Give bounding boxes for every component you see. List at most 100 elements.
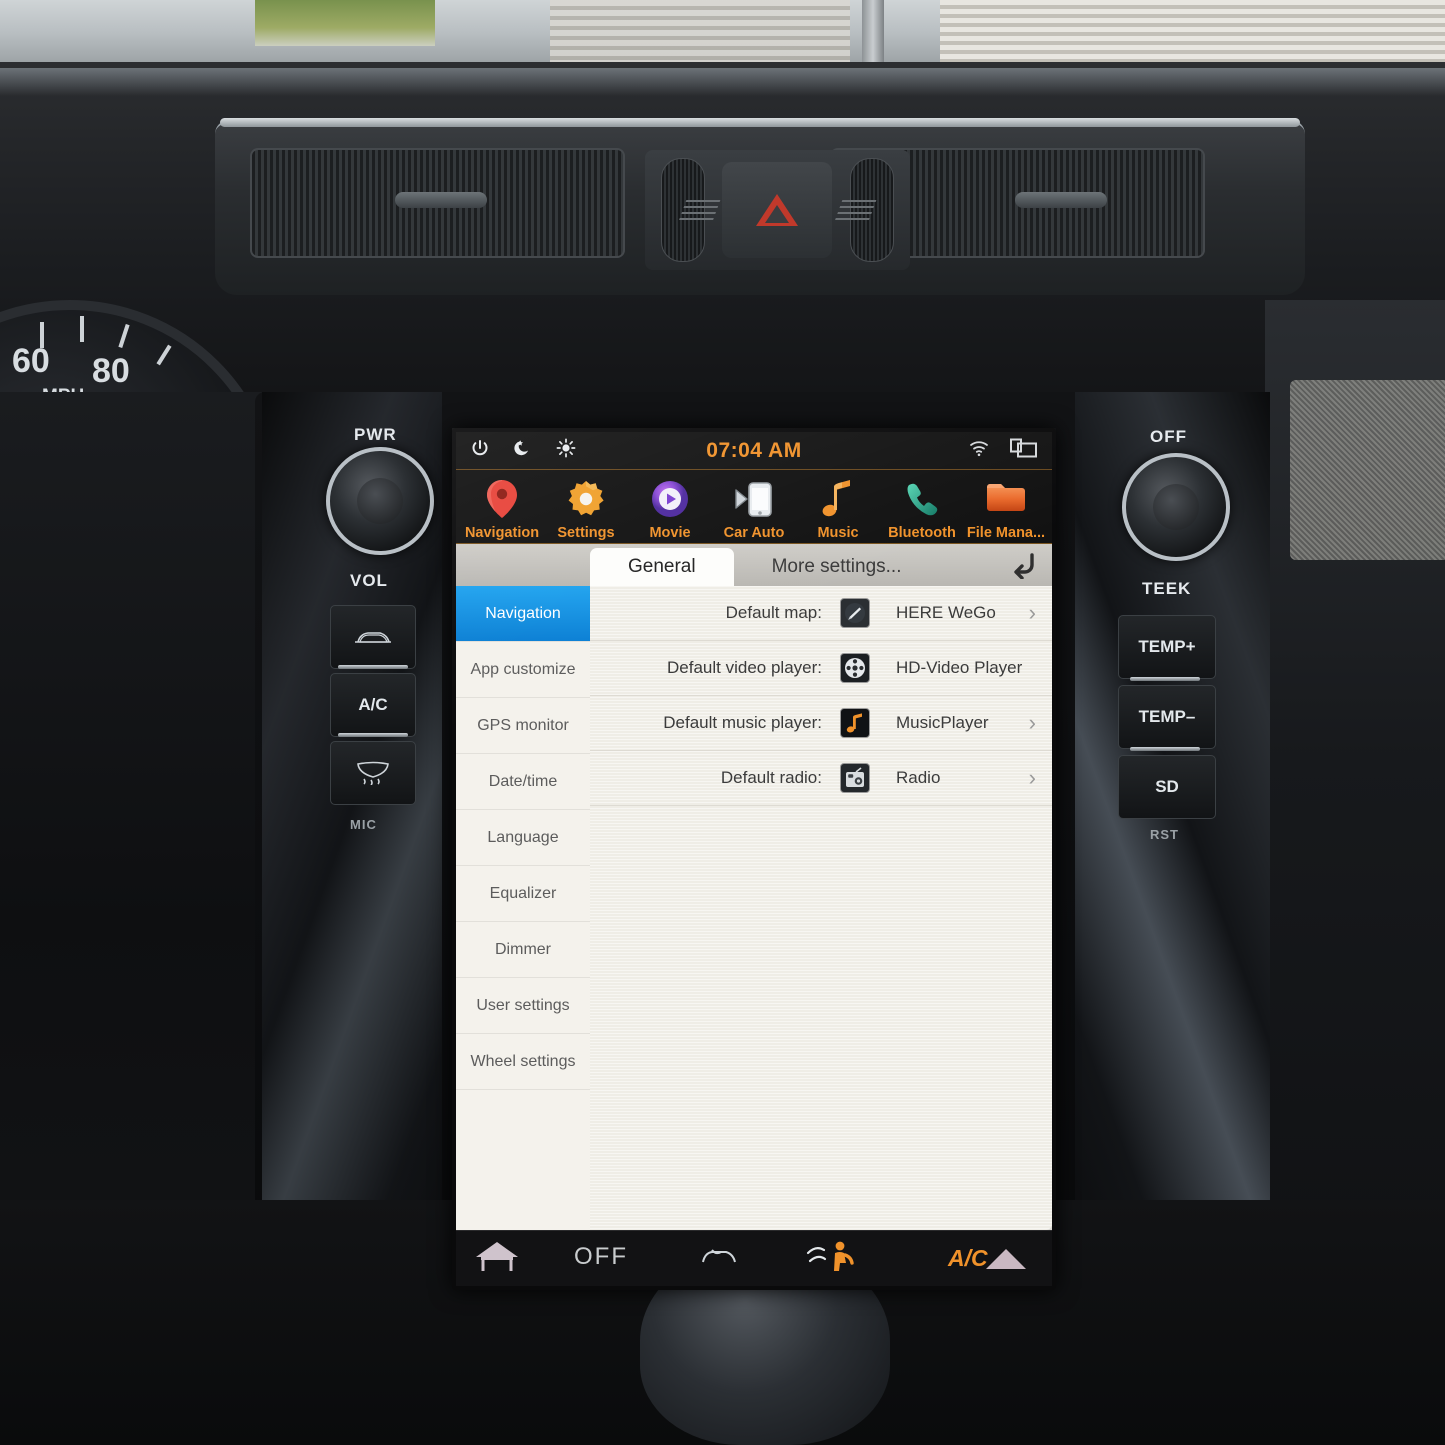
sidebar-item-app-customize-label: App customize: [470, 660, 576, 678]
vent-chrome-trim: [220, 118, 1300, 127]
chevron-right-icon-0: ›: [1028, 600, 1036, 625]
sidebar-item-app-customize[interactable]: App customize: [456, 642, 590, 698]
wifi-icon: [968, 439, 990, 462]
off-label: OFF: [1150, 427, 1187, 446]
setting-label-default-music-player: Default music player:: [663, 713, 822, 732]
mic-label: MIC: [350, 817, 377, 832]
settings-window: General More settings... Navigation App …: [456, 544, 1052, 1230]
hazard-light-button[interactable]: [677, 162, 877, 258]
button-divider-2: [338, 733, 408, 737]
climate-bottom-row: 30.5°C 7 30.5°C 10: [456, 1289, 1052, 1290]
tune-seek-knob[interactable]: [1122, 453, 1230, 561]
sidebar-item-user-settings-label: User settings: [476, 996, 570, 1014]
setting-row-default-music-player[interactable]: Default music player: MusicPlayer ›: [590, 696, 1052, 751]
power-volume-knob[interactable]: [326, 447, 434, 555]
app-file-manager[interactable]: File Mana...: [966, 476, 1046, 541]
tab-general-label: General: [628, 556, 696, 577]
settings-panes: Navigation App customize GPS monitor Dat…: [456, 586, 1052, 1230]
defrost-button[interactable]: [330, 741, 416, 805]
setting-label-default-video-player: Default video player:: [667, 658, 822, 677]
vol-label: VOL: [350, 571, 388, 590]
app-bluetooth[interactable]: Bluetooth: [884, 476, 960, 541]
window-blinds-center: [550, 0, 850, 66]
rst-label: RST: [1150, 827, 1179, 842]
screen-window-icon[interactable]: [1010, 438, 1038, 463]
dashboard-highlight: [0, 68, 1445, 96]
app-car-auto[interactable]: Car Auto: [716, 476, 792, 541]
sidebar-item-language[interactable]: Language: [456, 810, 590, 866]
sd-label: SD: [1155, 777, 1179, 796]
app-file-manager-label: File Mana...: [966, 525, 1046, 541]
app-music-label: Music: [817, 525, 859, 541]
sidebar-item-date-time-label: Date/time: [488, 772, 558, 790]
app-navigation[interactable]: Navigation: [464, 476, 540, 541]
setting-value-default-video-player: HD-Video Player: [896, 658, 1023, 677]
sidebar-item-gps-monitor-label: GPS monitor: [477, 716, 569, 734]
sidebar-item-wheel-settings-label: Wheel settings: [470, 1052, 576, 1070]
power-icon[interactable]: [470, 438, 490, 463]
app-car-auto-label: Car Auto: [723, 525, 785, 541]
tab-more-settings[interactable]: More settings...: [734, 548, 940, 586]
setting-row-default-radio[interactable]: Default radio: Radio ›: [590, 751, 1052, 806]
seat-airflow-icon[interactable]: [804, 1239, 860, 1273]
sidebar-item-language-label: Language: [487, 828, 559, 846]
setting-label-default-radio: Default radio:: [720, 768, 822, 787]
ac-button[interactable]: A/C: [330, 673, 416, 737]
button-divider-4: [1130, 747, 1200, 751]
climate-ac-label[interactable]: A/C: [948, 1245, 988, 1272]
gauge-tick-60: 60: [12, 342, 50, 380]
app-settings-label: Settings: [557, 525, 615, 541]
app-music[interactable]: Music: [800, 476, 876, 541]
sidebar-item-equalizer[interactable]: Equalizer: [456, 866, 590, 922]
setting-row-default-map[interactable]: Default map: HERE WeGo ›: [590, 586, 1052, 641]
temp-down-label: TEMP–: [1138, 707, 1196, 726]
temp-up-button[interactable]: TEMP+: [1118, 615, 1216, 679]
sidebar-item-navigation-label: Navigation: [485, 604, 561, 622]
car-interior: 60 80 100 MPH 100 140 180 220 km/h START…: [0, 0, 1445, 1445]
brightness-icon[interactable]: [556, 438, 576, 463]
climate-top-row: OFF A/C: [456, 1231, 1052, 1286]
defrost-icon: [357, 761, 389, 785]
phone-cast-icon: [731, 476, 777, 522]
sidebar-item-user-settings[interactable]: User settings: [456, 978, 590, 1034]
navigation-arrow-icon: [840, 598, 870, 628]
right-control-panel: OFF TEEK TEMP+ TEMP– SD RST: [1092, 425, 1282, 845]
settings-tab-bar: General More settings...: [456, 544, 1052, 586]
window-foliage: [255, 0, 435, 46]
sidebar-item-gps-monitor[interactable]: GPS monitor: [456, 698, 590, 754]
setting-row-default-video-player[interactable]: Default video player: HD-Video Player: [590, 641, 1052, 696]
car-recirculate-icon[interactable]: [700, 1245, 738, 1269]
air-vent-left-tab[interactable]: [395, 192, 487, 208]
sidebar-item-navigation[interactable]: Navigation: [456, 586, 590, 642]
back-arrow-icon[interactable]: [1004, 548, 1038, 582]
home-icon[interactable]: [474, 1239, 520, 1273]
radio-icon: [840, 763, 870, 793]
sidebar-item-wheel-settings[interactable]: Wheel settings: [456, 1034, 590, 1090]
pwr-label: PWR: [354, 425, 397, 444]
sd-card-button[interactable]: SD: [1118, 755, 1216, 819]
phone-handset-icon: [899, 476, 945, 522]
tab-general[interactable]: General: [590, 548, 734, 586]
settings-content: Default map: HERE WeGo › Default video p…: [590, 586, 1052, 1230]
sidebar-item-dimmer-label: Dimmer: [495, 940, 551, 958]
gauge-tick-80: 80: [92, 352, 130, 390]
night-mode-icon[interactable]: [512, 438, 534, 463]
setting-value-default-radio: Radio: [896, 768, 941, 787]
app-movie-label: Movie: [649, 525, 691, 541]
play-circle-icon: [647, 476, 693, 522]
sidebar-item-dimmer[interactable]: Dimmer: [456, 922, 590, 978]
recirculate-button[interactable]: [330, 605, 416, 669]
sidebar-item-equalizer-label: Equalizer: [489, 884, 557, 902]
setting-label-default-map: Default map:: [725, 603, 822, 622]
status-bar: 07:04 AM: [456, 432, 1052, 470]
climate-mode-off[interactable]: OFF: [574, 1243, 628, 1271]
hazard-panel: [645, 150, 910, 270]
temp-down-button[interactable]: TEMP–: [1118, 685, 1216, 749]
hazard-triangle-icon: [756, 194, 798, 226]
app-settings[interactable]: Settings: [548, 476, 624, 541]
head-unit-screen[interactable]: 07:04 AM Navigation Settings Movie Car A…: [452, 428, 1056, 1290]
app-movie[interactable]: Movie: [632, 476, 708, 541]
air-vent-right-tab[interactable]: [1015, 192, 1107, 208]
volume-up-button[interactable]: [986, 1249, 1026, 1269]
sidebar-item-date-time[interactable]: Date/time: [456, 754, 590, 810]
